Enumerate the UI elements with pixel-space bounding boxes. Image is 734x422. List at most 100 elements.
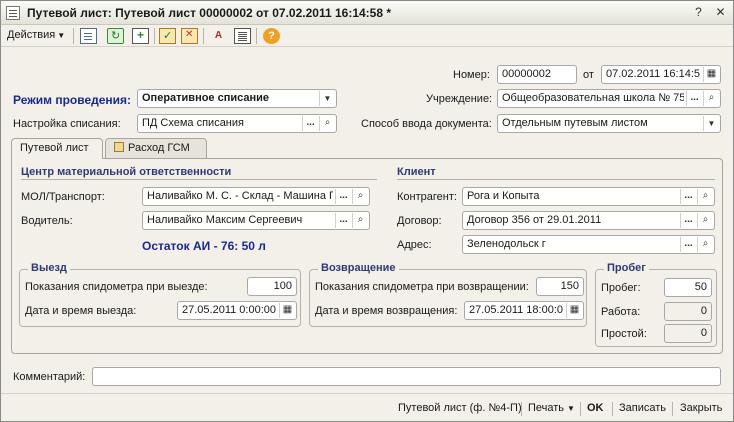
departure-odometer-value: 100: [273, 280, 292, 292]
post-icon[interactable]: [159, 28, 176, 44]
unpost-icon[interactable]: [181, 28, 198, 44]
save-button[interactable]: Записать: [619, 402, 666, 414]
work-label: Работа:: [601, 306, 641, 318]
search-icon[interactable]: ⌕: [352, 213, 368, 228]
mileage-title: Пробег: [604, 262, 649, 274]
actions-menu-label: Действия: [7, 29, 56, 41]
select-button-icon[interactable]: ...: [335, 189, 351, 204]
date-field[interactable]: 07.02.2011 16:14:58 ▦: [601, 65, 721, 84]
actions-menu-button[interactable]: Действия ▼: [7, 29, 65, 41]
posting-mode-select[interactable]: Оперативное списание ▼: [137, 89, 337, 108]
driver-field[interactable]: Наливайко Максим Сергеевич ... ⌕: [142, 211, 370, 230]
separator: [580, 402, 581, 416]
return-title: Возвращение: [318, 262, 399, 274]
contract-field[interactable]: Договор 356 от 29.01.2011 ... ⌕: [462, 211, 715, 230]
number-field[interactable]: 00000002: [497, 65, 577, 84]
contract-value: Договор 356 от 29.01.2011: [467, 214, 602, 226]
search-icon[interactable]: ⌕: [697, 237, 713, 252]
tab-fuel-label: Расход ГСМ: [128, 142, 190, 154]
address-label: Адрес:: [397, 239, 432, 251]
posting-mode-label: Режим проведения:: [13, 93, 132, 107]
return-datetime-field[interactable]: 27.05.2011 18:00:00 ▦: [464, 301, 584, 320]
work-field: 0: [664, 302, 712, 321]
departure-odometer-field[interactable]: 100: [247, 277, 297, 296]
list-icon[interactable]: [234, 28, 251, 44]
institution-label: Учреждение:: [426, 93, 493, 105]
institution-value: Общеобразовательная школа № 756: [502, 92, 684, 104]
search-icon[interactable]: ⌕: [697, 213, 713, 228]
mileage-group: Пробег Пробег: 50 Работа: 0 Простой: 0: [595, 262, 717, 347]
search-icon[interactable]: ⌕: [703, 91, 719, 106]
select-button-icon[interactable]: ...: [680, 237, 696, 252]
input-method-select[interactable]: Отдельным путевым листом ▼: [497, 114, 721, 133]
copy-icon[interactable]: [132, 28, 149, 44]
date-value: 07.02.2011 16:14:58: [606, 68, 700, 80]
title-bar[interactable]: Путевой лист: Путевой лист 00000002 от 0…: [1, 1, 733, 25]
mileage-label: Пробег:: [601, 282, 641, 294]
return-odometer-field[interactable]: 150: [536, 277, 584, 296]
ok-button[interactable]: OK: [587, 402, 604, 414]
fuel-balance-text: Остаток АИ - 76: 50 л: [142, 239, 266, 253]
save-icon[interactable]: [80, 28, 97, 44]
refresh-icon[interactable]: [107, 28, 124, 44]
search-icon[interactable]: ⌕: [352, 189, 368, 204]
writeoff-settings-field[interactable]: ПД Схема списания ... ⌕: [137, 114, 337, 133]
comment-label: Комментарий:: [13, 371, 86, 383]
toolbar-separator: [73, 28, 74, 44]
search-icon[interactable]: ⌕: [319, 116, 335, 131]
waybill-panel: Центр материальной ответственности МОЛ/Т…: [11, 158, 723, 354]
institution-field[interactable]: Общеобразовательная школа № 756 ... ⌕: [497, 89, 721, 108]
calendar-icon[interactable]: ▦: [279, 303, 295, 318]
tab-waybill-label: Путевой лист: [20, 142, 89, 154]
separator: [521, 402, 522, 416]
separator: [672, 402, 673, 416]
command-bar: Путевой лист (ф. №4-П) Печать ▼ OK Записа…: [1, 393, 733, 421]
writeoff-settings-value: ПД Схема списания: [142, 117, 244, 129]
return-odometer-label: Показания спидометра при возвращении:: [315, 281, 529, 293]
search-icon[interactable]: ⌕: [697, 189, 713, 204]
print-form-button[interactable]: Путевой лист (ф. №4-П): [398, 402, 522, 414]
chevron-down-icon[interactable]: ▼: [703, 116, 719, 131]
select-button-icon[interactable]: ...: [680, 189, 696, 204]
close-icon[interactable]: ✕: [712, 5, 729, 21]
mileage-value: 50: [694, 281, 707, 293]
mileage-field[interactable]: 50: [664, 278, 712, 297]
select-button-icon[interactable]: ...: [680, 213, 696, 228]
structure-icon[interactable]: A: [210, 28, 227, 44]
toolbar-separator: [256, 28, 257, 44]
departure-group: Выезд Показания спидометра при выезде: 1…: [19, 262, 301, 327]
tab-waybill[interactable]: Путевой лист: [11, 138, 103, 159]
table-icon: [114, 142, 124, 152]
print-menu-button[interactable]: Печать ▼: [528, 402, 575, 414]
select-button-icon[interactable]: ...: [686, 91, 702, 106]
address-field[interactable]: Зеленодольск г ... ⌕: [462, 235, 715, 254]
tab-fuel-consumption[interactable]: Расход ГСМ: [105, 138, 207, 158]
select-button-icon[interactable]: ...: [335, 213, 351, 228]
idle-value: 0: [700, 327, 707, 339]
mol-transport-field[interactable]: Наливайко М. С. - Склад - Машина ГА ... …: [142, 187, 370, 206]
help-icon[interactable]: ?: [690, 5, 707, 21]
return-datetime-value: 27.05.2011 18:00:00: [469, 304, 563, 316]
client-title: Клиент: [397, 166, 436, 178]
return-datetime-label: Дата и время возвращения:: [315, 305, 458, 317]
writeoff-settings-label: Настройка списания:: [13, 118, 121, 130]
toolbar-separator: [154, 28, 155, 44]
date-label: от: [583, 69, 594, 81]
number-label: Номер:: [453, 69, 490, 81]
driver-value: Наливайко Максим Сергеевич: [147, 214, 303, 226]
calendar-icon[interactable]: ▦: [703, 67, 719, 82]
calendar-icon[interactable]: ▦: [566, 303, 582, 318]
separator: [612, 402, 613, 416]
idle-label: Простой:: [601, 328, 647, 340]
counterparty-field[interactable]: Рога и Копыта ... ⌕: [462, 187, 715, 206]
divider: [21, 179, 377, 180]
chevron-down-icon: ▼: [57, 31, 66, 40]
help-icon[interactable]: ?: [263, 28, 280, 44]
chevron-down-icon[interactable]: ▼: [319, 91, 335, 106]
select-button-icon[interactable]: ...: [302, 116, 318, 131]
close-button[interactable]: Закрыть: [680, 402, 722, 414]
departure-datetime-field[interactable]: 27.05.2011 0:00:00 ▦: [177, 301, 297, 320]
comment-field[interactable]: [92, 367, 721, 386]
departure-odometer-label: Показания спидометра при выезде:: [25, 281, 208, 293]
return-group: Возвращение Показания спидометра при воз…: [309, 262, 587, 327]
